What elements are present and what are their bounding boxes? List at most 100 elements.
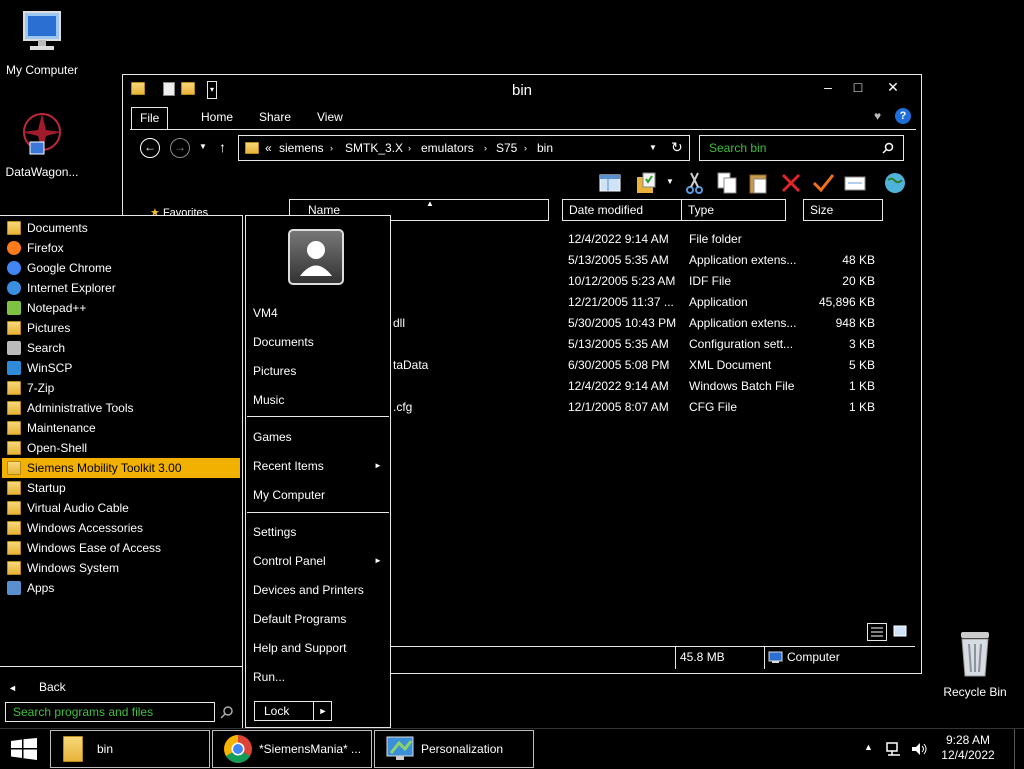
program-item[interactable]: Notepad++ xyxy=(2,298,240,318)
start-menu-item[interactable]: VM4 xyxy=(253,306,383,320)
computer-icon xyxy=(23,11,61,50)
tab-share[interactable]: Share xyxy=(251,107,299,129)
search-icon[interactable] xyxy=(220,705,234,719)
program-item[interactable]: 7-Zip xyxy=(2,378,240,398)
refresh-icon[interactable]: ↻ xyxy=(671,139,683,156)
start-menu-item[interactable]: Devices and Printers xyxy=(253,583,383,597)
program-item[interactable]: Apps xyxy=(2,578,240,598)
program-item[interactable]: Search xyxy=(2,338,240,358)
taskbar-button-bin[interactable]: bin xyxy=(50,730,210,768)
back-arrow-icon[interactable]: ← xyxy=(140,138,160,158)
minimize-button[interactable]: – xyxy=(813,77,843,99)
program-item[interactable]: WinSCP xyxy=(2,358,240,378)
breadcrumb-overflow[interactable]: « xyxy=(265,141,272,155)
program-item[interactable]: Internet Explorer xyxy=(2,278,240,298)
help-icon[interactable]: ? xyxy=(895,108,911,124)
start-menu-item[interactable]: Games xyxy=(253,430,383,444)
program-item[interactable]: Maintenance xyxy=(2,418,240,438)
large-icons-view-icon[interactable] xyxy=(891,623,911,641)
desktop-icon-recycle-bin[interactable]: Recycle Bin xyxy=(933,630,1017,699)
chrome-icon xyxy=(224,735,252,763)
column-header-type[interactable]: Type xyxy=(682,199,786,221)
up-arrow-icon[interactable]: ↑ xyxy=(219,139,226,155)
recent-locations-icon[interactable]: ▼ xyxy=(199,142,207,151)
search-input[interactable]: Search bin xyxy=(709,141,766,155)
program-item[interactable]: Open-Shell xyxy=(2,438,240,458)
copy-icon[interactable] xyxy=(715,171,739,195)
search-box[interactable]: Search bin xyxy=(699,135,904,161)
network-icon[interactable] xyxy=(885,741,901,757)
email-icon[interactable] xyxy=(843,171,867,195)
maximize-button[interactable]: □ xyxy=(843,77,873,99)
title-bar[interactable]: ▾ bin – □ ✕ xyxy=(123,75,921,105)
column-header-date[interactable]: Date modified xyxy=(562,199,682,221)
program-item[interactable]: Startup xyxy=(2,478,240,498)
details-view-icon[interactable] xyxy=(867,623,887,641)
address-bar[interactable]: « siemens › SMTK_3.X › emulators › S75 ›… xyxy=(238,135,690,161)
program-item-label: Windows System xyxy=(27,561,120,575)
preview-pane-icon[interactable] xyxy=(598,171,622,195)
desktop-icon-datawagon[interactable]: DataWagon... xyxy=(0,110,84,179)
column-header-size[interactable]: Size xyxy=(803,199,883,221)
start-menu-item[interactable]: My Computer xyxy=(253,488,383,502)
breadcrumb-siemens[interactable]: siemens xyxy=(279,141,324,155)
start-menu-item[interactable]: Control Panel ► xyxy=(253,554,383,568)
breadcrumb-emulators[interactable]: emulators xyxy=(421,141,474,155)
cut-icon[interactable] xyxy=(683,171,707,195)
program-item[interactable]: Documents xyxy=(2,218,240,238)
taskbar-button-chrome[interactable]: *SiemensMania* ... xyxy=(212,730,372,768)
shutdown-options-arrow-icon[interactable]: ► xyxy=(313,701,332,721)
tab-file[interactable]: File xyxy=(131,107,169,129)
view-dropdown-icon[interactable]: ▼ xyxy=(666,177,674,186)
show-hidden-icons-icon[interactable]: ▲ xyxy=(864,742,873,752)
windows-start-icon[interactable] xyxy=(10,738,38,763)
taskbar-button-personalization[interactable]: Personalization xyxy=(374,730,534,768)
folder-icon xyxy=(7,561,21,575)
start-menu-item[interactable]: Recent Items ► xyxy=(253,459,383,473)
desktop-icon-my-computer[interactable]: My Computer xyxy=(0,8,84,77)
paste-icon[interactable] xyxy=(747,171,771,195)
forward-arrow-icon[interactable]: → xyxy=(170,138,190,158)
program-item[interactable]: Virtual Audio Cable xyxy=(2,498,240,518)
start-menu-item[interactable]: Help and Support xyxy=(253,641,383,655)
start-menu-item[interactable]: Music xyxy=(253,393,383,407)
start-menu-item-label: My Computer xyxy=(253,488,326,502)
start-menu-item[interactable]: Documents xyxy=(253,335,383,349)
show-desktop-button[interactable] xyxy=(1014,729,1024,769)
checkmark-icon[interactable] xyxy=(811,171,835,195)
avatar[interactable] xyxy=(288,229,344,285)
breadcrumb-smtk[interactable]: SMTK_3.X xyxy=(345,141,403,155)
clock[interactable]: 9:28 AM 12/4/2022 xyxy=(938,733,998,763)
program-item[interactable]: Pictures xyxy=(2,318,240,338)
properties-folder-icon[interactable] xyxy=(635,171,659,195)
program-item[interactable]: Windows System xyxy=(2,558,240,578)
close-button[interactable]: ✕ xyxy=(878,77,908,99)
program-item[interactable]: Administrative Tools xyxy=(2,398,240,418)
start-menu-item[interactable]: Pictures xyxy=(253,364,383,378)
program-item[interactable]: Windows Ease of Access xyxy=(2,538,240,558)
program-item[interactable]: Google Chrome xyxy=(2,258,240,278)
desktop-icon-label: DataWagon... xyxy=(5,165,79,179)
start-menu-item[interactable]: Default Programs xyxy=(253,612,383,626)
tab-view[interactable]: View xyxy=(309,107,351,129)
notepad-icon xyxy=(7,301,21,315)
start-search-input[interactable]: Search programs and files xyxy=(5,702,215,722)
delete-icon[interactable] xyxy=(779,171,803,195)
tab-home[interactable]: Home xyxy=(193,107,241,129)
breadcrumb-bin[interactable]: bin xyxy=(537,141,553,155)
program-item[interactable]: Windows Accessories xyxy=(2,518,240,538)
program-item[interactable]: Firefox xyxy=(2,238,240,258)
ribbon-expand-icon[interactable]: ♥ xyxy=(874,109,881,123)
globe-icon[interactable] xyxy=(883,171,907,195)
start-menu-item[interactable]: Run... xyxy=(253,670,383,684)
clock-date: 12/4/2022 xyxy=(941,748,995,762)
breadcrumb-s75[interactable]: S75 xyxy=(496,141,517,155)
start-menu-item-label: Games xyxy=(253,430,292,444)
volume-icon[interactable] xyxy=(910,741,928,757)
address-dropdown-icon[interactable]: ▼ xyxy=(649,143,657,152)
back-button[interactable]: ◄ Back xyxy=(8,680,66,694)
program-item-label: Search xyxy=(27,341,66,355)
start-menu-item[interactable]: Settings xyxy=(253,525,383,539)
start-menu-item-label: Recent Items xyxy=(253,459,324,473)
program-item[interactable]: Siemens Mobility Toolkit 3.00 xyxy=(2,458,240,478)
